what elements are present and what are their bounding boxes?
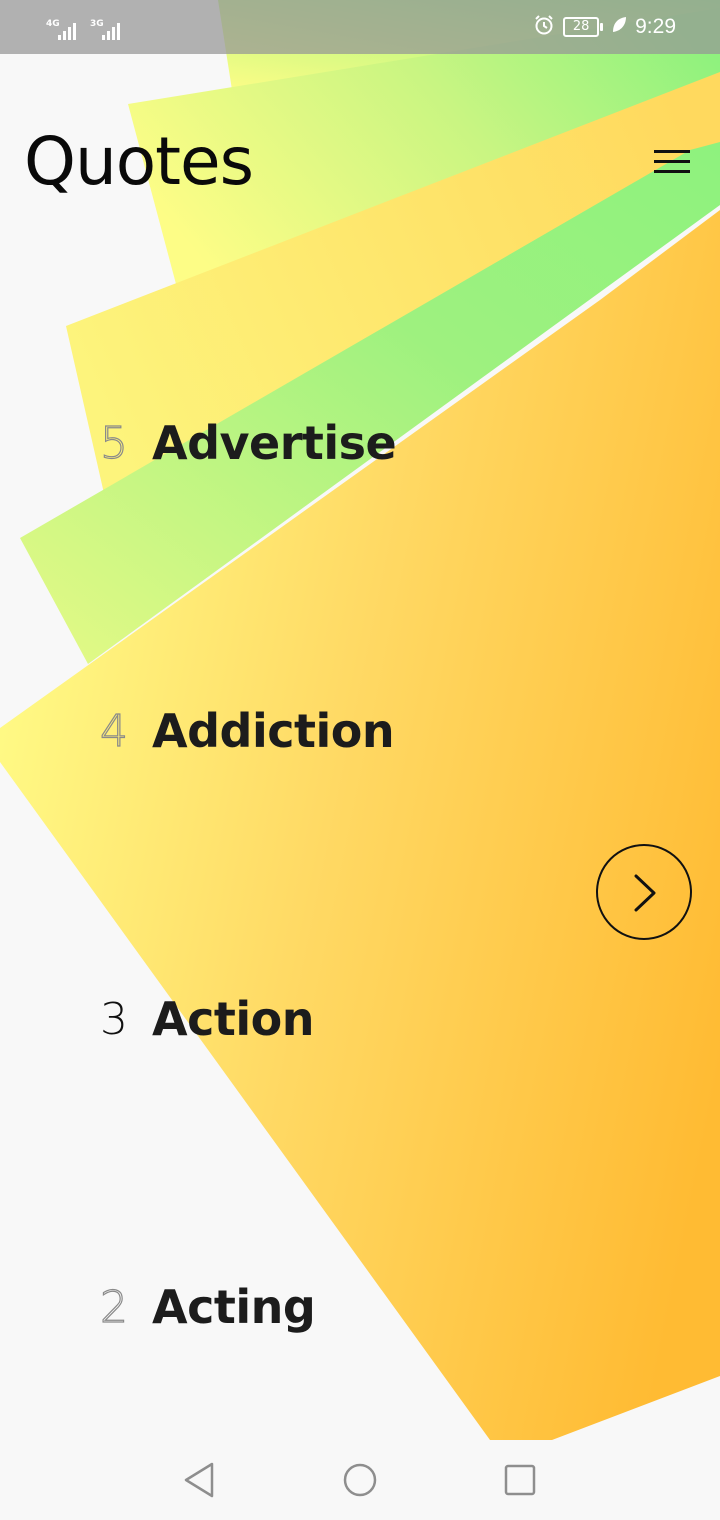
network-type-label-2: 3G xyxy=(90,19,104,29)
hamburger-menu-icon[interactable] xyxy=(650,146,690,178)
chevron-right-icon xyxy=(634,874,656,912)
status-right-group: 28 9:29 xyxy=(533,12,676,42)
alarm-icon xyxy=(533,14,555,41)
battery-icon: 28 xyxy=(563,17,604,37)
leaf-icon xyxy=(611,15,627,39)
clock-time: 9:29 xyxy=(635,15,676,38)
page-title: Quotes xyxy=(24,123,254,200)
category-number: 3 xyxy=(100,993,128,1045)
signal-indicators: 4G 3G xyxy=(46,14,120,40)
category-item-acting[interactable]: 2 Acting xyxy=(99,1272,316,1342)
category-label: Action xyxy=(152,992,314,1046)
category-number: 4 xyxy=(99,705,128,757)
category-label: Addiction xyxy=(152,704,395,758)
category-number: 5 xyxy=(99,417,128,469)
category-label: Acting xyxy=(152,1280,316,1334)
home-circle-icon[interactable] xyxy=(340,1460,380,1500)
network-type-label: 4G xyxy=(46,19,60,29)
category-item-advertise[interactable]: 5 Advertise xyxy=(99,408,397,478)
status-bar: 4G 3G 28 9:29 xyxy=(0,0,720,54)
category-item-action[interactable]: 3 Action xyxy=(100,984,314,1054)
category-label: Advertise xyxy=(152,416,397,470)
signal-strength-icon: 4G xyxy=(46,19,76,40)
back-triangle-icon[interactable] xyxy=(180,1460,220,1500)
recents-square-icon[interactable] xyxy=(500,1460,540,1500)
quotes-screen: 4G 3G 28 9:29 Quotes 5 Advertise 4 Addic… xyxy=(0,0,720,1520)
signal-strength-icon-2: 3G xyxy=(90,19,120,40)
system-nav-bar xyxy=(0,1440,720,1520)
next-button[interactable] xyxy=(596,844,692,940)
category-number: 2 xyxy=(99,1281,128,1333)
category-item-addiction[interactable]: 4 Addiction xyxy=(99,696,395,766)
